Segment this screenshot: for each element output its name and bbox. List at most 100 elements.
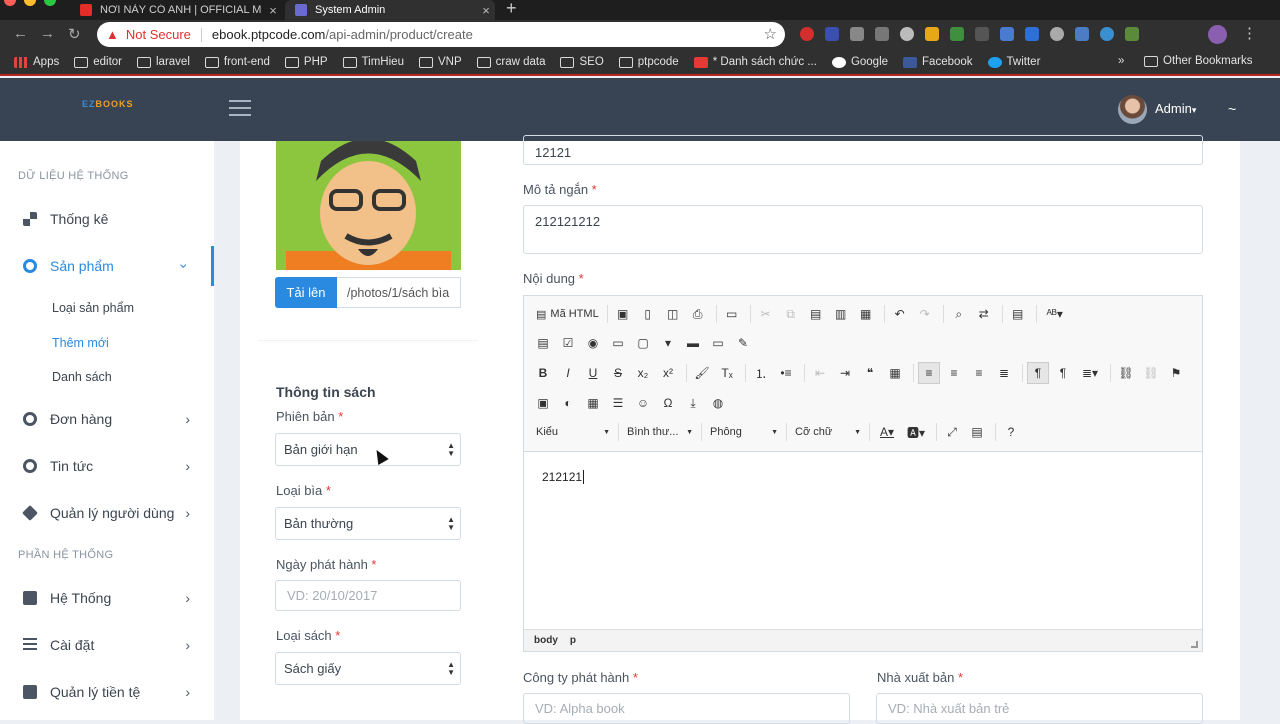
source-button[interactable]: ▤ Mã HTML — [532, 308, 603, 321]
blockquote-icon[interactable]: ❝ — [859, 362, 881, 384]
image-button-icon[interactable]: ▭ — [707, 332, 729, 354]
sidebar-subitem-list[interactable]: Danh sách — [52, 370, 112, 384]
bookmark-craw-data[interactable]: craw data — [476, 56, 545, 68]
italic-icon[interactable]: I — [557, 362, 579, 384]
avatar[interactable] — [1118, 95, 1147, 124]
release-date-input[interactable]: VD: 20/10/2017 — [275, 580, 461, 611]
style-combo[interactable]: Kiểu ▼ — [532, 421, 614, 443]
menu-toggle-icon[interactable] — [229, 100, 251, 116]
sidebar-subitem-add-new[interactable]: Thêm mới — [52, 336, 109, 350]
extension-badge-icon[interactable] — [1000, 27, 1014, 41]
minimize-window-button[interactable] — [24, 0, 36, 6]
image-icon[interactable]: ▣ — [532, 392, 554, 414]
radio-icon[interactable]: ◉ — [582, 332, 604, 354]
bulleted-list-icon[interactable]: •≡ — [775, 362, 797, 384]
format-combo[interactable]: Bình thư... ▼ — [623, 421, 697, 443]
copy-format-icon[interactable]: 🖌 — [691, 362, 713, 384]
rtl-icon[interactable]: ¶ — [1052, 362, 1074, 384]
sidebar-item-users[interactable]: Quản lý người dùng › — [0, 493, 214, 533]
publisher-company-input[interactable]: VD: Alpha book — [523, 693, 850, 724]
print-icon[interactable]: ⎙ — [687, 303, 709, 325]
smiley-icon[interactable]: ☺ — [632, 392, 654, 414]
templates-icon[interactable]: ▭ — [721, 303, 743, 325]
editor-content[interactable]: 212121 — [542, 470, 585, 484]
cut-icon[interactable]: ✂ — [755, 303, 777, 325]
spellcheck-icon[interactable]: ᴬᴮ▾ — [1041, 303, 1069, 325]
sidebar-item-settings[interactable]: Cài đặt › — [0, 625, 214, 665]
close-window-button[interactable] — [4, 0, 16, 6]
subscript-icon[interactable]: x₂ — [632, 362, 654, 384]
edition-select[interactable]: Bản giới hạn ▲ ▼ — [275, 433, 461, 466]
extension-gear-icon[interactable] — [900, 27, 914, 41]
extension-camera-icon[interactable] — [850, 27, 864, 41]
extension-function-icon[interactable] — [975, 27, 989, 41]
image-path-input[interactable]: /photos/1/sách bìa — [337, 277, 461, 308]
extension-recycle-icon[interactable] — [875, 27, 889, 41]
extension-shield-icon[interactable] — [800, 27, 814, 41]
sidebar-item-statistics[interactable]: Thống kê — [0, 199, 214, 239]
remove-format-icon[interactable]: Tₓ — [716, 362, 738, 384]
font-combo[interactable]: Phông ▼ — [706, 421, 782, 443]
new-page-icon[interactable]: ▯ — [637, 303, 659, 325]
help-icon[interactable]: ? — [1000, 421, 1022, 443]
bookmark-seo[interactable]: SEO — [560, 56, 604, 68]
tab-close-icon[interactable]: × — [477, 3, 495, 18]
bookmark-timhieu[interactable]: TimHieu — [342, 56, 404, 68]
strikethrough-icon[interactable]: S — [607, 362, 629, 384]
extension-settings-icon[interactable] — [1050, 27, 1064, 41]
extension-d-icon[interactable] — [825, 27, 839, 41]
language-icon[interactable]: ≣▾ — [1077, 362, 1103, 384]
extension-square-icon[interactable] — [1025, 27, 1039, 41]
publisher-input[interactable]: VD: Nhà xuất bản trẻ — [876, 693, 1203, 724]
preview-icon[interactable]: ◫ — [662, 303, 684, 325]
replace-icon[interactable]: ⇄ — [973, 303, 995, 325]
table-icon[interactable]: ▦ — [582, 392, 604, 414]
forward-icon[interactable]: → — [40, 25, 55, 42]
logo[interactable]: EZBOOKS — [82, 99, 134, 109]
align-center-icon[interactable]: ≡ — [943, 362, 965, 384]
short-desc-textarea[interactable]: 212121212 — [523, 205, 1203, 254]
align-justify-icon[interactable]: ≣ — [993, 362, 1015, 384]
sidebar-item-currency[interactable]: Quản lý tiền tệ › — [0, 672, 214, 712]
bookmark-laravel[interactable]: laravel — [137, 56, 190, 68]
checkbox-icon[interactable]: ☑ — [557, 332, 579, 354]
extension-seoquake-icon[interactable] — [925, 27, 939, 41]
horizontal-line-icon[interactable]: ☰ — [607, 392, 629, 414]
zoom-window-button[interactable] — [44, 0, 56, 6]
profile-avatar-icon[interactable] — [1208, 25, 1227, 44]
product-code-input[interactable]: 12121 — [523, 135, 1203, 165]
new-tab-button[interactable]: + — [506, 0, 517, 19]
browser-tab-music[interactable]: NƠI NÀY CÓ ANH | OFFICIAL M × — [70, 0, 282, 20]
bookmark-vnp[interactable]: VNP — [418, 56, 462, 68]
hidden-field-icon[interactable]: ✎ — [732, 332, 754, 354]
extension-globe-icon[interactable] — [1100, 27, 1114, 41]
paste-text-icon[interactable]: ▥ — [830, 303, 852, 325]
address-bar[interactable]: ▲ Not Secure ebook.ptpcode.com /api-admi… — [97, 22, 785, 47]
bookmark-google[interactable]: Google — [831, 56, 888, 68]
header-extra-toggle[interactable]: ~ — [1228, 101, 1236, 117]
browser-tab-admin[interactable]: System Admin × — [285, 0, 495, 20]
copy-icon[interactable]: ⧉ — [780, 303, 802, 325]
special-char-icon[interactable]: Ω — [657, 392, 679, 414]
textfield-icon[interactable]: ▭ — [607, 332, 629, 354]
extension-chart-icon[interactable] — [950, 27, 964, 41]
paste-icon[interactable]: ▤ — [805, 303, 827, 325]
maximize-icon[interactable]: ⤢ — [941, 421, 963, 443]
bookmark-front-end[interactable]: front-end — [204, 56, 270, 68]
show-blocks-icon[interactable]: ▤ — [966, 421, 988, 443]
not-secure-label[interactable]: Not Secure — [126, 27, 191, 42]
select-field-icon[interactable]: ▾ — [657, 332, 679, 354]
sidebar-subitem-categories[interactable]: Loại sản phẩm — [52, 301, 134, 315]
page-break-icon[interactable]: ⤓ — [682, 392, 704, 414]
bookmark-ptpcode[interactable]: ptpcode — [618, 56, 679, 68]
select-all-icon[interactable]: ▤ — [1007, 303, 1029, 325]
indent-icon[interactable]: ⇥ — [834, 362, 856, 384]
bold-icon[interactable]: B — [532, 362, 554, 384]
bookmark-facebook[interactable]: Facebook — [903, 56, 973, 68]
anchor-flag-icon[interactable]: ⚑ — [1165, 362, 1187, 384]
resize-handle-icon[interactable] — [1191, 641, 1198, 648]
menu-kebab-icon[interactable]: ⋮ — [1242, 24, 1257, 42]
textarea-icon[interactable]: ▢ — [632, 332, 654, 354]
bookmark-star-icon[interactable]: ☆ — [764, 25, 777, 43]
bookmark-twitter[interactable]: Twitter — [987, 56, 1040, 68]
